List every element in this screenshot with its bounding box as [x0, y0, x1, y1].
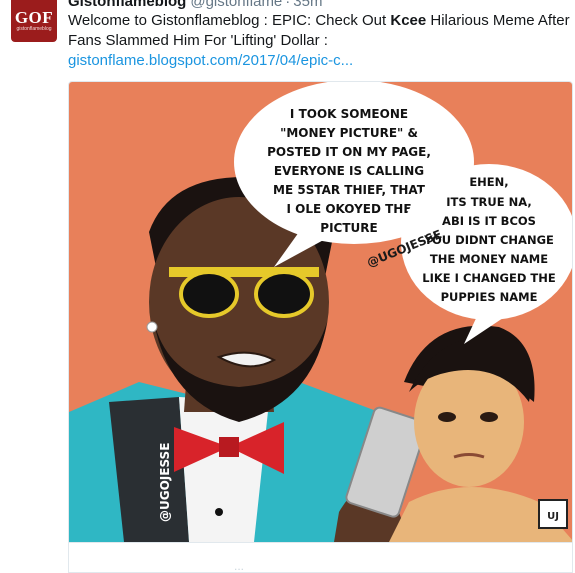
shirt-button	[215, 508, 223, 516]
tweet-timestamp[interactable]: 35m	[293, 0, 322, 10]
bubble-left-line-3: POSTED IT ON MY PAGE,	[267, 145, 431, 159]
card-footer-text: ...	[234, 559, 245, 573]
woman-eye-left	[438, 412, 456, 422]
meme-image[interactable]: I TOOK SOMEONE "MONEY PICTURE" & POSTED …	[69, 82, 573, 542]
author-name[interactable]: Gistonflameblog	[68, 0, 186, 10]
separator-dot: ·	[285, 0, 291, 10]
bubble-left-line-4: EVERYONE IS CALLING	[274, 164, 424, 178]
bubble-left-line-2: "MONEY PICTURE" &	[280, 126, 418, 140]
bubble-left-line-5: ME 5STAR THIEF, THAT	[273, 183, 426, 197]
tweet-text-bold: Kcee	[390, 12, 427, 29]
bubble-right-line-2: ITS TRUE NA,	[446, 195, 531, 209]
tweet-text: Welcome to Gistonflameblog : EPIC: Check…	[68, 11, 573, 71]
bow-tie-knot	[219, 437, 239, 457]
glasses-lens-left	[179, 270, 239, 318]
bubble-right-line-6: LIKE I CHANGED THE	[422, 271, 556, 285]
shirt	[179, 397, 269, 542]
bubble-left-line-7: PICTURE	[320, 221, 377, 235]
bubble-right-line-7: PUPPIES NAME	[441, 290, 538, 304]
card-footer: ...	[69, 542, 572, 573]
woman-eye-right	[480, 412, 498, 422]
author-handle[interactable]: @gistonflame	[190, 0, 282, 10]
bubble-right-line-1: EHEN,	[469, 175, 508, 189]
watermark-side: @UGOJESSE	[158, 443, 172, 522]
bubble-left-line-6: I OLE OKOYED THE	[286, 202, 411, 216]
media-card[interactable]: I TOOK SOMEONE "MONEY PICTURE" & POSTED …	[68, 81, 573, 573]
bubble-left-line-1: I TOOK SOMEONE	[290, 107, 408, 121]
avatar-logo: GOF	[14, 8, 54, 27]
tweet-text-start: Welcome to Gistonflameblog : EPIC: Check…	[68, 12, 391, 29]
glasses-lens-right	[254, 270, 314, 318]
bubble-right-line-5: THE MONEY NAME	[430, 252, 548, 266]
earring	[146, 321, 158, 333]
tweet-link[interactable]: gistonflame.blogspot.com/2017/04/epic-c.…	[68, 52, 353, 69]
bubble-right-line-3: ABI IS IT BCOS	[442, 214, 536, 228]
tweet-header: Gistonflameblog @gistonflame · 35m	[68, 0, 322, 10]
avatar[interactable]: GOF gistonflameblog	[11, 0, 57, 42]
artist-badge-text: UJ	[547, 511, 559, 522]
avatar-logo-sub: gistonflameblog	[16, 26, 52, 32]
